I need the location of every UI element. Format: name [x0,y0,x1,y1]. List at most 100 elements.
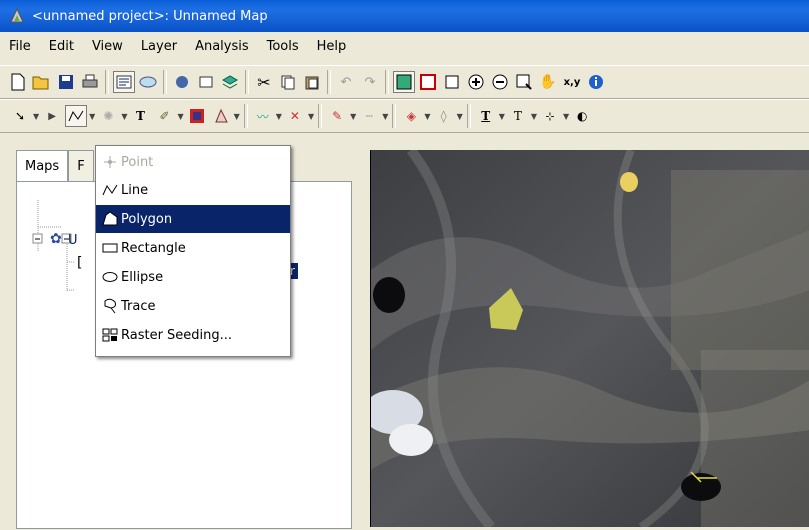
line-draw-icon[interactable] [65,105,88,127]
undo-icon[interactable]: ↶ [335,71,357,93]
menu-item-point-label: Point [121,154,154,170]
zoom-full-extent-icon[interactable] [393,71,415,93]
chevron-down-icon[interactable]: ▼ [531,112,537,121]
zoom-select-icon[interactable] [513,71,535,93]
chevron-down-icon[interactable]: ▼ [33,112,39,121]
layout-view-icon[interactable] [137,71,159,93]
new-icon[interactable] [7,71,29,93]
trace-icon [99,296,121,316]
dash-style-icon[interactable]: ┄ [358,105,380,127]
copy-icon[interactable] [277,71,299,93]
app-icon [10,7,24,23]
group-node-bracket: [ [77,255,83,271]
satellite-image [363,147,809,530]
text-color-icon[interactable]: T [475,105,497,127]
contrast-icon[interactable]: ◐ [571,105,593,127]
menu-item-trace[interactable]: Trace [96,292,290,320]
menu-item-raster-seeding-label: Raster Seeding... [121,327,233,343]
pen-color-icon[interactable]: ✎ [326,105,348,127]
raster-edit-icon[interactable] [186,105,208,127]
menu-file[interactable]: File [0,39,40,54]
chevron-down-icon[interactable]: ▼ [308,112,314,121]
menu-item-raster-seeding[interactable]: Raster Seeding... [96,321,290,349]
fill-color-icon[interactable]: ◈ [400,105,422,127]
map-view-icon[interactable] [113,71,135,93]
chevron-down-icon[interactable]: ▼ [121,112,127,121]
menu-item-rectangle[interactable]: Rectangle [96,234,290,262]
brush-icon[interactable]: ✐ [153,105,175,127]
save-icon[interactable] [55,71,77,93]
menu-help[interactable]: Help [308,39,356,54]
chevron-down-icon[interactable]: ▼ [382,112,388,121]
map-node-icon: ✿ [50,231,62,247]
menu-item-polygon[interactable]: Polygon [96,205,290,233]
identify-icon[interactable] [171,71,193,93]
zoom-out-icon[interactable] [489,71,511,93]
line-icon [99,180,121,200]
zoom-layer-icon[interactable] [417,71,439,93]
menu-analysis[interactable]: Analysis [186,39,258,54]
chevron-down-icon[interactable]: ▼ [457,112,463,121]
rectangle-icon [99,238,121,258]
chevron-down-icon[interactable]: ▼ [89,112,95,121]
menu-edit[interactable]: Edit [40,39,83,54]
menu-item-rectangle-label: Rectangle [121,240,186,256]
chevron-down-icon[interactable]: ▼ [177,112,183,121]
tab-maps-label: Maps [25,158,60,174]
pan-icon[interactable]: ✋ [537,71,559,93]
menu-item-line[interactable]: Line [96,176,290,204]
cut-icon[interactable]: ✂ [253,71,275,93]
point-icon [99,152,121,172]
drawing-toolbar: ➘ ▼ ▶ ▼ ✺ ▼ T ✐ ▼ ▼ 〰 ▼ ✕ ▼ ✎ ▼ ┄ ▼ ◈ ▼ … [0,99,809,133]
raster-seeding-icon [99,325,121,345]
menu-view[interactable]: View [83,39,132,54]
menu-item-line-label: Line [121,182,149,198]
fill-style-icon[interactable]: ◊ [433,105,455,127]
menu-item-point[interactable]: Point [96,148,290,176]
line-style-icon[interactable]: ✕ [284,105,306,127]
snap-icon[interactable]: ✺ [97,105,119,127]
select-arrow-icon[interactable]: ➘ [9,105,31,127]
menu-item-trace-label: Trace [121,298,156,314]
chevron-down-icon[interactable]: ▼ [424,112,430,121]
layers-icon[interactable] [219,71,241,93]
print-icon[interactable] [79,71,101,93]
info-icon[interactable] [585,71,607,93]
open-icon[interactable] [31,71,53,93]
menu-bar: File Edit View Layer Analysis Tools Help [0,32,809,60]
tab-f[interactable]: F [68,150,94,181]
histogram-icon[interactable]: ⊹ [539,105,561,127]
coordinates-label: x,y [563,76,581,88]
text-icon[interactable]: T [129,105,151,127]
menu-layer[interactable]: Layer [132,39,186,54]
tree-node-label[interactable]: U [68,233,78,248]
chevron-down-icon[interactable]: ▼ [276,112,282,121]
menu-item-ellipse-label: Ellipse [121,269,164,285]
tab-f-label: F [77,158,85,174]
map-view[interactable] [363,147,809,530]
window-title: <unnamed project>: Unnamed Map [32,8,268,24]
chevron-down-icon[interactable]: ▼ [350,112,356,121]
tab-maps[interactable]: Maps [16,150,69,181]
chevron-down-icon[interactable]: ▼ [234,112,240,121]
play-icon[interactable]: ▶ [41,105,63,127]
text-style-icon[interactable]: T [507,105,529,127]
zoom-in-icon[interactable] [465,71,487,93]
ellipse-icon [99,267,121,287]
paste-icon[interactable] [301,71,323,93]
menu-item-polygon-label: Polygon [121,211,173,227]
panel-tabs: Maps F [16,150,94,181]
chevron-down-icon[interactable]: ▼ [499,112,505,121]
frame-icon[interactable] [195,71,217,93]
polygon-icon [99,209,121,229]
coordinates-icon[interactable]: x,y [561,71,583,93]
draw-shape-dropdown: Point Line Polygon Rectangle Ellipse Tra… [95,145,291,357]
chevron-down-icon[interactable]: ▼ [563,112,569,121]
redo-icon[interactable]: ↷ [359,71,381,93]
zoom-box-icon[interactable] [441,71,463,93]
shape-icon[interactable] [210,105,232,127]
line-color-icon[interactable]: 〰 [252,105,274,127]
menu-item-ellipse[interactable]: Ellipse [96,263,290,291]
menu-tools[interactable]: Tools [258,39,308,54]
standard-toolbar: ✂ ↶ ↷ ✋ x,y [0,65,809,99]
